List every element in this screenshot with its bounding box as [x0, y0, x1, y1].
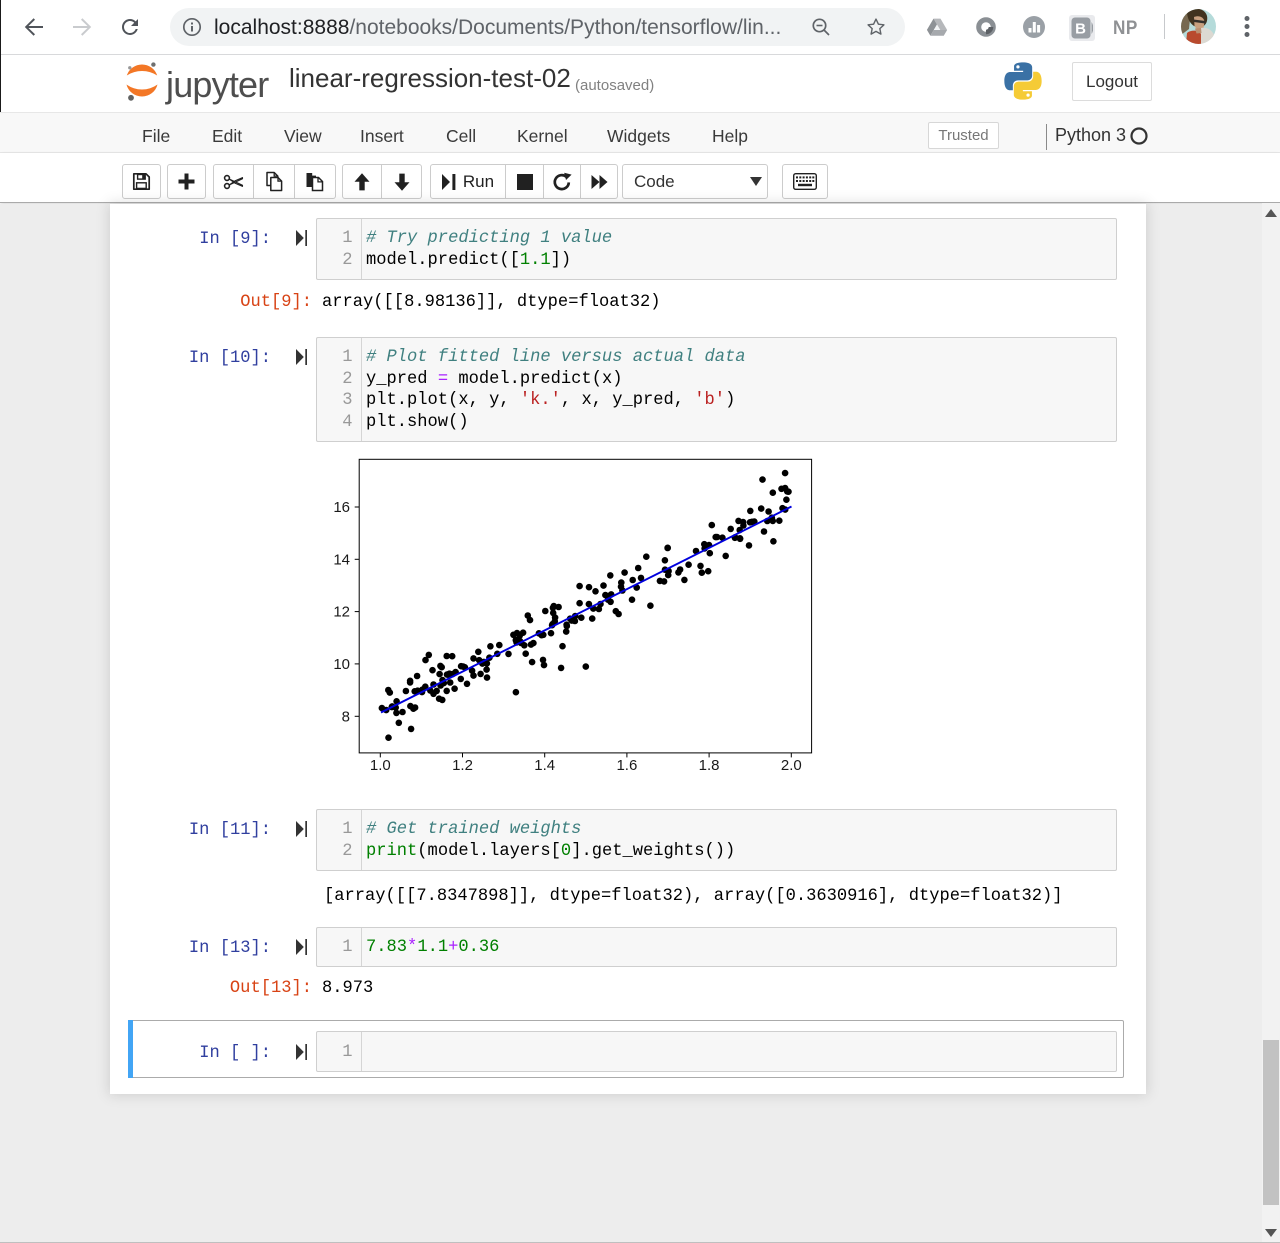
svg-text:1.0: 1.0 [370, 757, 391, 774]
svg-text:8: 8 [342, 708, 350, 725]
svg-text:2.0: 2.0 [781, 757, 802, 774]
svg-text:1.6: 1.6 [616, 757, 637, 774]
svg-text:1.2: 1.2 [452, 757, 473, 774]
svg-text:12: 12 [333, 604, 350, 621]
svg-text:10: 10 [333, 656, 350, 673]
svg-text:14: 14 [333, 551, 350, 568]
svg-text:B: B [1075, 21, 1086, 38]
svg-text:1.8: 1.8 [699, 757, 720, 774]
svg-text:16: 16 [333, 499, 350, 516]
svg-text:1.4: 1.4 [534, 757, 555, 774]
